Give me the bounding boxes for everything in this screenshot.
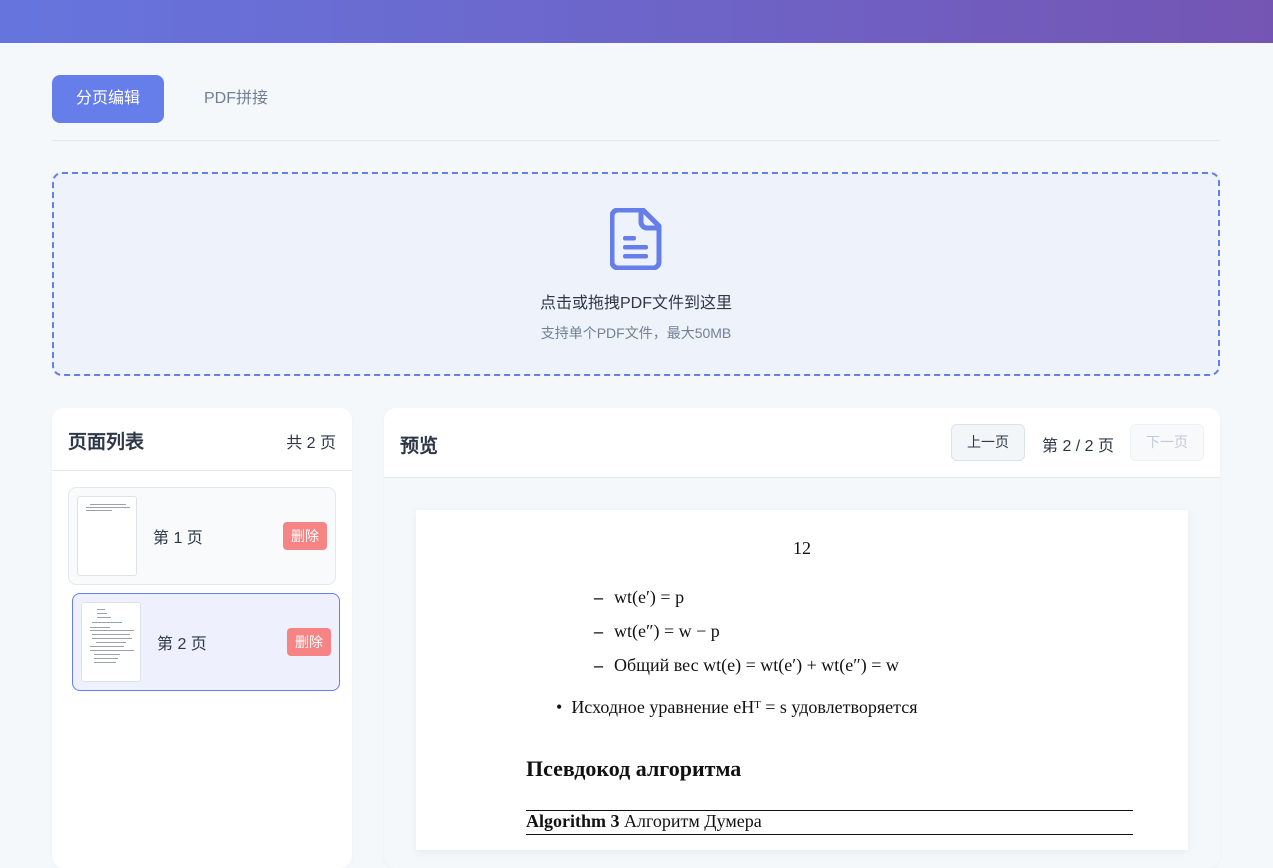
- page-thumbnail: [77, 496, 137, 576]
- file-document-icon: [610, 208, 662, 270]
- page-list-item[interactable]: 第 1 页 删除: [68, 487, 336, 585]
- next-page-button[interactable]: 下一页: [1130, 424, 1204, 461]
- pdf-algorithm-caption: Algorithm 3 Алгоритм Думера: [526, 811, 762, 831]
- prev-page-button[interactable]: 上一页: [951, 424, 1025, 461]
- upload-title: 点击或拖拽PDF文件到这里: [539, 295, 732, 312]
- top-header-bar: [0, 0, 1273, 43]
- page-list-panel: 页面列表 共 2 页 第 1 页 删除 第 2 页 删除: [52, 408, 352, 868]
- page-list-header: 页面列表 共 2 页: [52, 408, 352, 471]
- tab-page-edit[interactable]: 分页编辑: [52, 75, 164, 123]
- page-thumbnail: [81, 602, 141, 682]
- page-list-item[interactable]: 第 2 页 删除: [72, 593, 340, 691]
- pdf-page-preview: 12 – wt(e′) = p – wt(e″) = w − p – Общий ве…: [416, 510, 1188, 850]
- delete-page-button[interactable]: 删除: [287, 628, 331, 656]
- pdf-upload-dropzone[interactable]: 点击或拖拽PDF文件到这里 支持单个PDF文件，最大50MB: [52, 172, 1220, 376]
- page-item-label: 第 2 页: [157, 636, 207, 653]
- page-list-title: 页面列表: [68, 432, 145, 453]
- pdf-dash-line: – wt(e″) = w − p: [594, 621, 720, 641]
- pdf-page-number: 12: [793, 538, 811, 558]
- page-item-label: 第 1 页: [153, 530, 203, 547]
- page-count: 共 2 页: [286, 435, 336, 452]
- delete-page-button[interactable]: 删除: [283, 522, 327, 550]
- pdf-rule: [526, 834, 1133, 835]
- tab-pdf-merge[interactable]: PDF拼接: [180, 75, 292, 123]
- page-indicator: 第 2 / 2 页: [1042, 438, 1115, 455]
- tab-bar: 分页编辑 PDF拼接: [52, 75, 1220, 141]
- pdf-bullet: • Исходное уравнение eHᵀ = s удовлетворя…: [556, 697, 918, 717]
- upload-subtitle: 支持单个PDF文件，最大50MB: [540, 325, 732, 341]
- pdf-dash-line: – wt(e′) = p: [594, 587, 685, 607]
- pdf-dash-line: – Общий вес wt(e) = wt(e′) + wt(e″) = w: [594, 655, 899, 675]
- preview-header: 预览 上一页 第 2 / 2 页 下一页: [384, 408, 1220, 478]
- preview-title: 预览: [400, 436, 439, 457]
- pdf-section-heading: Псевдокод алгоритма: [526, 756, 742, 781]
